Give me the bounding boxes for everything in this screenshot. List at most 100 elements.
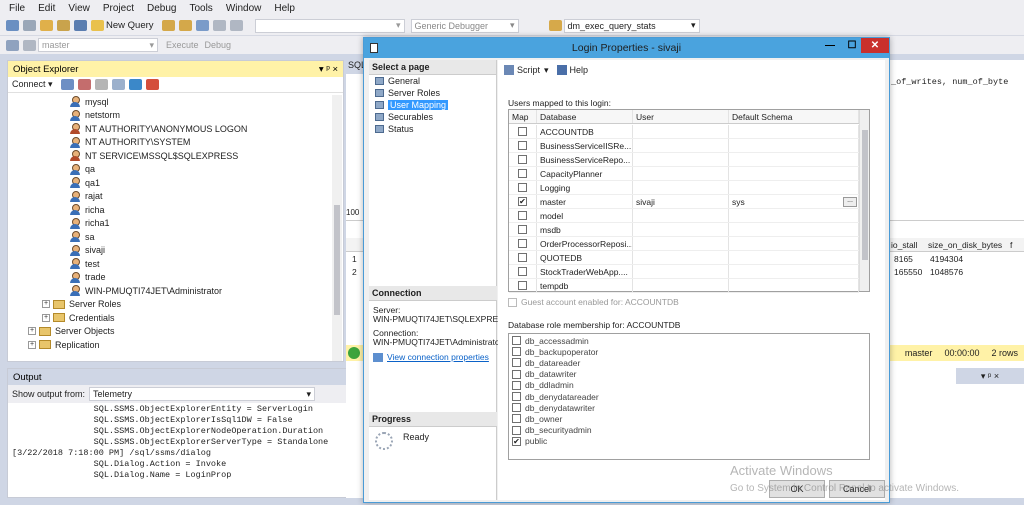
tree-login-item[interactable]: qa <box>70 163 95 176</box>
schema-browse-button[interactable]: ... <box>843 197 857 207</box>
debugger-combo[interactable]: Generic Debugger ▾ <box>410 18 519 33</box>
map-checkbox[interactable] <box>518 169 527 179</box>
menu-item-project[interactable]: Project <box>103 3 134 14</box>
copy-icon[interactable] <box>212 20 226 31</box>
tree-login-item[interactable]: sa <box>70 230 95 243</box>
guest-checkbox[interactable] <box>508 297 517 307</box>
refresh-icon[interactable] <box>128 79 142 90</box>
grid-column-header[interactable]: Database <box>537 110 633 124</box>
grid-row[interactable]: BusinessServiceRepo... <box>509 153 859 168</box>
role-item[interactable]: ✔ public <box>512 436 866 447</box>
tree-login-item[interactable]: richa <box>70 203 105 216</box>
tree-login-item[interactable]: WIN-PMUQTI74JET\Administrator <box>70 284 222 297</box>
menu-item-debug[interactable]: Debug <box>147 3 176 14</box>
menu-item-window[interactable]: Window <box>226 3 262 14</box>
connect-button[interactable]: Connect ▾ <box>12 79 53 90</box>
tree-login-item[interactable]: test <box>70 257 100 270</box>
oe-scrollbar[interactable] <box>332 95 342 361</box>
role-item[interactable]: db_backupoperator <box>512 346 866 357</box>
help-button[interactable]: Help <box>570 65 589 75</box>
grid-row[interactable]: msdb <box>509 223 859 238</box>
role-item[interactable]: db_accessadmin <box>512 335 866 346</box>
find-combo[interactable]: dm_exec_query_stats ▾ <box>563 18 700 33</box>
tree-login-item[interactable]: NT SERVICE\MSSQL$SQLEXPRESS <box>70 149 238 162</box>
role-checkbox[interactable] <box>512 369 521 379</box>
mdx-query-icon[interactable] <box>178 20 192 31</box>
results-column-header[interactable]: size_on_disk_bytes <box>928 240 1002 250</box>
role-checkbox[interactable] <box>512 425 521 435</box>
script-button[interactable]: Script <box>517 65 540 75</box>
role-item[interactable]: db_datareader <box>512 357 866 368</box>
save-icon[interactable] <box>74 20 87 31</box>
new-project-icon[interactable] <box>40 20 53 31</box>
page-item-securables[interactable]: Securables <box>369 111 496 123</box>
output-source-combo[interactable]: Telemetry ▾ <box>89 387 316 401</box>
expand-icon[interactable]: + <box>42 300 50 308</box>
tree-login-item[interactable]: qa1 <box>70 176 100 189</box>
role-checkbox[interactable] <box>512 336 521 346</box>
map-checkbox[interactable] <box>518 253 527 263</box>
role-item[interactable]: db_owner <box>512 413 866 424</box>
menu-item-view[interactable]: View <box>68 3 90 14</box>
results-column-header[interactable]: f <box>1010 240 1012 250</box>
tree-folder-item[interactable]: + Server Objects <box>28 325 115 338</box>
properties-pane-controls[interactable]: ▾ ᵖ × <box>956 368 1024 384</box>
map-checkbox[interactable] <box>518 183 527 193</box>
role-checkbox[interactable]: ✔ <box>512 436 521 446</box>
map-checkbox[interactable] <box>518 141 527 151</box>
connect-icon[interactable] <box>6 39 19 51</box>
menu-item-file[interactable]: File <box>9 3 25 14</box>
change-connection-icon[interactable] <box>23 39 36 51</box>
map-checkbox[interactable] <box>518 155 527 165</box>
map-checkbox[interactable] <box>518 211 527 221</box>
role-checkbox[interactable] <box>512 403 521 413</box>
tree-folder-item[interactable]: + Credentials <box>42 311 115 324</box>
grid-column-header[interactable]: User <box>633 110 729 124</box>
role-item[interactable]: db_denydatareader <box>512 391 866 402</box>
map-checkbox[interactable] <box>518 281 527 291</box>
tree-login-item[interactable]: NT AUTHORITY\ANONYMOUS LOGON <box>70 122 247 135</box>
expand-icon[interactable]: + <box>28 327 36 335</box>
grid-row[interactable]: tempdb <box>509 279 859 294</box>
tree-login-item[interactable]: sivaji <box>70 244 105 257</box>
role-item[interactable]: db_datawriter <box>512 369 866 380</box>
map-checkbox[interactable] <box>518 267 527 277</box>
pane-controls[interactable]: ▾ ᵖ × <box>319 64 338 75</box>
results-column-header[interactable]: io_stall <box>891 240 917 250</box>
grid-column-header[interactable]: Default Schema <box>729 110 859 124</box>
open-icon[interactable] <box>57 20 70 31</box>
undo-icon[interactable] <box>229 20 243 31</box>
grid-row[interactable]: ACCOUNTDB <box>509 125 859 140</box>
grid-scrollbar[interactable] <box>859 110 869 291</box>
filter-icon[interactable] <box>111 79 125 90</box>
debug-button[interactable]: Debug <box>205 40 232 50</box>
tree-login-item[interactable]: mysql <box>70 95 109 108</box>
forward-icon[interactable] <box>23 20 36 31</box>
tree-login-item[interactable]: NT AUTHORITY\SYSTEM <box>70 136 190 149</box>
grid-row[interactable]: StockTraderWebApp.... <box>509 265 859 280</box>
expand-icon[interactable]: + <box>28 340 36 349</box>
expand-icon[interactable]: + <box>42 313 50 322</box>
view-connection-properties-link[interactable]: View connection properties <box>387 353 489 362</box>
tree-login-item[interactable]: rajat <box>70 190 103 203</box>
grid-row[interactable]: CapacityPlanner <box>509 167 859 182</box>
tree-folder-item[interactable]: + Server Roles <box>42 298 121 311</box>
role-item[interactable]: db_securityadmin <box>512 425 866 436</box>
role-checkbox[interactable] <box>512 358 521 368</box>
menu-item-help[interactable]: Help <box>274 3 295 14</box>
map-checkbox[interactable]: ✔ <box>518 197 527 207</box>
map-checkbox[interactable] <box>518 225 527 235</box>
role-checkbox[interactable] <box>512 392 521 402</box>
new-query-button[interactable]: New Query <box>106 20 154 31</box>
db-query-icon[interactable] <box>161 20 175 31</box>
execute-button[interactable]: Execute <box>166 40 199 50</box>
role-item[interactable]: db_denydatawriter <box>512 402 866 413</box>
disconnect-icon[interactable] <box>77 79 91 90</box>
page-item-user-mapping[interactable]: User Mapping <box>369 99 496 111</box>
menu-item-edit[interactable]: Edit <box>38 3 55 14</box>
grid-row[interactable]: model <box>509 209 859 224</box>
grid-row[interactable]: BusinessServiceIISRe... <box>509 139 859 154</box>
role-checkbox[interactable] <box>512 380 521 390</box>
cut-icon[interactable] <box>195 20 209 31</box>
tree-login-item[interactable]: trade <box>70 271 106 284</box>
